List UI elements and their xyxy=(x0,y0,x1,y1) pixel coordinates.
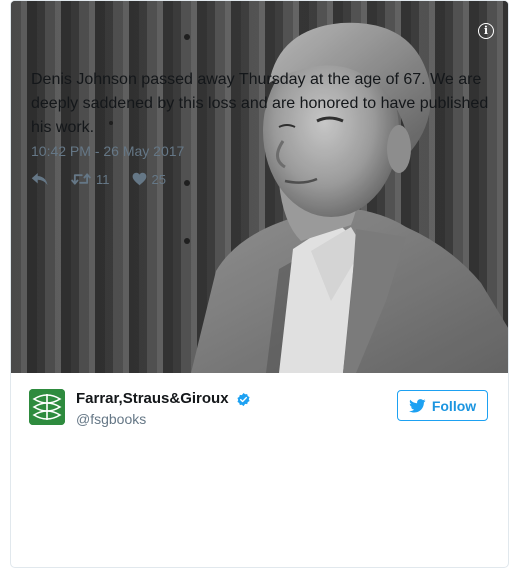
follow-label: Follow xyxy=(431,397,477,414)
fsg-logo-icon xyxy=(29,389,65,425)
tweet-header: Farrar,Straus&Giroux @fsgbooks Follow xyxy=(11,373,508,435)
account-names: Farrar,Straus&Giroux @fsgbooks xyxy=(76,390,251,428)
account-handle[interactable]: @fsgbooks xyxy=(76,410,251,428)
display-name[interactable]: Farrar,Straus&Giroux xyxy=(76,390,229,408)
like-button[interactable]: 25 xyxy=(132,172,166,187)
heart-icon xyxy=(132,172,146,186)
follow-button[interactable]: Follow xyxy=(397,390,488,421)
reply-button[interactable] xyxy=(31,172,49,186)
reply-icon xyxy=(31,173,48,185)
retweet-button[interactable]: 11 xyxy=(71,172,110,187)
tweet-actions: 11 25 xyxy=(31,169,188,189)
verified-badge-icon xyxy=(237,392,250,406)
info-icon[interactable]: i xyxy=(478,23,494,39)
avatar[interactable] xyxy=(29,389,65,425)
tweet-timestamp[interactable]: 10:42 PM - 26 May 2017 xyxy=(31,143,184,159)
tweet-text: Denis Johnson passed away Thursday at th… xyxy=(31,71,489,136)
retweet-count: 11 xyxy=(96,171,110,187)
like-count: 25 xyxy=(151,171,166,187)
tweet-card: i Farrar,Straus&Giroux @fsgbooks Follow … xyxy=(10,0,509,568)
retweet-icon xyxy=(71,173,91,185)
twitter-bird-icon xyxy=(408,398,426,413)
